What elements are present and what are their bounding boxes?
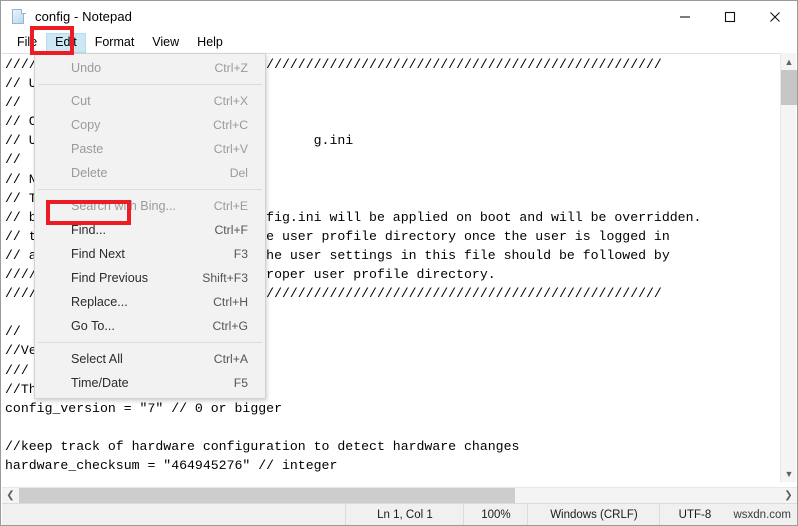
menu-item-shortcut: F5 xyxy=(233,376,248,390)
menu-file[interactable]: File xyxy=(8,33,46,53)
status-line-ending[interactable]: Windows (CRLF) xyxy=(527,503,659,525)
editor-line: hardware_checksum = "464945276" // integ… xyxy=(5,457,338,473)
edit-dropdown-menu[interactable]: Undo Ctrl+Z Cut Ctrl+X Copy Ctrl+C Paste Ctrl+V… xyxy=(34,53,266,399)
window-controls xyxy=(662,1,797,32)
menu-item-label: Cut xyxy=(71,94,91,108)
menu-edit[interactable]: Edit xyxy=(46,32,86,53)
menu-item-shortcut: Ctrl+H xyxy=(213,295,248,309)
editor-line: config_version = "7" // 0 or bigger xyxy=(5,400,282,416)
menu-item-time-date[interactable]: Time/Date F5 xyxy=(35,371,265,395)
menu-item-find-next[interactable]: Find Next F3 xyxy=(35,242,265,266)
menu-item-label: Replace... xyxy=(71,295,128,309)
menu-format[interactable]: Format xyxy=(86,33,144,53)
menu-view[interactable]: View xyxy=(143,33,188,53)
menu-item-label: Find... xyxy=(71,223,106,237)
menu-item-paste: Paste Ctrl+V xyxy=(35,137,265,161)
menu-separator xyxy=(38,189,262,190)
chevron-up-icon[interactable]: ▲ xyxy=(781,53,797,70)
menu-item-shortcut: Ctrl+G xyxy=(212,319,248,333)
maximize-icon[interactable] xyxy=(707,1,752,32)
menu-item-label: Find Previous xyxy=(71,271,148,285)
vertical-scrollbar-thumb[interactable] xyxy=(781,70,797,105)
menu-item-replace[interactable]: Replace... Ctrl+H xyxy=(35,290,265,314)
status-spacer xyxy=(2,504,345,526)
close-icon[interactable] xyxy=(752,1,797,32)
status-cursor-position: Ln 1, Col 1 xyxy=(345,503,463,525)
menu-item-label: Paste xyxy=(71,142,104,156)
menu-item-shortcut: Ctrl+V xyxy=(213,142,248,156)
chevron-left-icon[interactable]: ❮ xyxy=(2,488,19,503)
status-bar: Ln 1, Col 1 100% Windows (CRLF) UTF-8 ws… xyxy=(2,503,797,525)
menu-item-delete: Delete Del xyxy=(35,161,265,185)
menu-item-shortcut: Ctrl+C xyxy=(213,118,248,132)
menu-separator xyxy=(38,84,262,85)
menu-item-go-to[interactable]: Go To... Ctrl+G xyxy=(35,314,265,338)
status-encoding[interactable]: UTF-8 xyxy=(659,503,729,525)
window-title: config - Notepad xyxy=(35,9,132,24)
menu-item-copy: Copy Ctrl+C xyxy=(35,113,265,137)
menu-item-shortcut: Shift+F3 xyxy=(202,271,248,285)
menu-item-shortcut: F3 xyxy=(233,247,248,261)
menu-item-label: Go To... xyxy=(71,319,115,333)
menu-item-cut: Cut Ctrl+X xyxy=(35,89,265,113)
horizontal-scrollbar[interactable]: ❮ ❯ xyxy=(2,487,797,503)
minimize-icon[interactable] xyxy=(662,1,707,32)
menu-item-find-previous[interactable]: Find Previous Shift+F3 xyxy=(35,266,265,290)
menu-item-undo: Undo Ctrl+Z xyxy=(35,56,265,80)
chevron-right-icon[interactable]: ❯ xyxy=(780,488,797,503)
menu-item-shortcut: Ctrl+F xyxy=(214,223,248,237)
menu-item-label: Select All xyxy=(71,352,123,366)
menu-item-label: Undo xyxy=(71,61,102,75)
menu-item-label: Time/Date xyxy=(71,376,129,390)
watermark: wsxdn.com xyxy=(733,508,791,521)
menu-help[interactable]: Help xyxy=(188,33,232,53)
menu-item-shortcut: Ctrl+X xyxy=(213,94,248,108)
menu-item-search-with-bing: Search with Bing... Ctrl+E xyxy=(35,194,265,218)
title-bar: config - Notepad xyxy=(1,1,797,32)
menu-item-label: Search with Bing... xyxy=(71,199,176,213)
status-zoom-level[interactable]: 100% xyxy=(463,503,527,525)
chevron-down-icon[interactable]: ▼ xyxy=(781,465,797,482)
vertical-scrollbar[interactable]: ▲ ▼ xyxy=(780,53,797,482)
notepad-window: config - Notepad File Edit Format View H… xyxy=(0,0,798,526)
menu-item-shortcut: Ctrl+A xyxy=(213,352,248,366)
notepad-document-icon xyxy=(11,8,27,25)
menu-bar: File Edit Format View Help xyxy=(1,32,797,53)
menu-item-find[interactable]: Find... Ctrl+F xyxy=(35,218,265,242)
menu-item-shortcut: Ctrl+Z xyxy=(214,61,248,75)
menu-item-label: Copy xyxy=(71,118,101,132)
menu-item-select-all[interactable]: Select All Ctrl+A xyxy=(35,347,265,371)
menu-separator xyxy=(38,342,262,343)
menu-item-label: Delete xyxy=(71,166,108,180)
editor-line: //keep track of hardware configuration t… xyxy=(5,438,520,454)
menu-item-label: Find Next xyxy=(71,247,125,261)
menu-item-shortcut: Del xyxy=(229,166,248,180)
horizontal-scrollbar-thumb[interactable] xyxy=(19,488,515,503)
menu-item-shortcut: Ctrl+E xyxy=(213,199,248,213)
